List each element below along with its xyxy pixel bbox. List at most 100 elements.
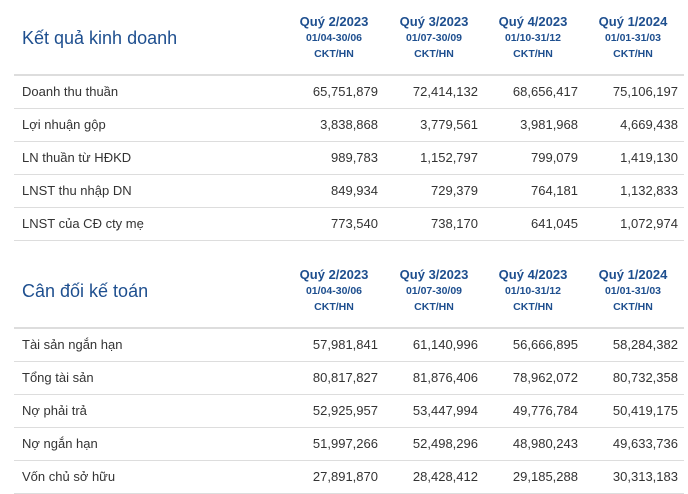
row-value: 68,656,417 xyxy=(512,84,578,99)
row-value: 773,540 xyxy=(331,216,378,231)
quarter-range: 01/01-31/03 xyxy=(604,32,662,44)
row-value: 738,170 xyxy=(431,216,478,231)
quarter-report-type: CKT/HN xyxy=(414,301,454,313)
quarter-column-header[interactable]: Quý 1/2024 01/01-31/03 CKT/HN xyxy=(583,14,683,62)
quarter-label: Quý 3/2023 xyxy=(399,267,469,282)
row-value: 49,633,736 xyxy=(612,436,678,451)
row-value: 58,284,382 xyxy=(612,337,678,352)
balance-sheet-title: Cân đối kế toán xyxy=(22,281,149,301)
quarter-report-type: CKT/HN xyxy=(314,301,354,313)
quarter-label: Quý 4/2023 xyxy=(498,14,568,29)
quarter-range: 01/04-30/06 xyxy=(305,285,363,297)
table-row: Tổng tài sản 80,817,827 81,876,406 78,96… xyxy=(14,362,684,395)
row-value: 80,732,358 xyxy=(612,370,678,385)
row-value: 61,140,996 xyxy=(412,337,478,352)
table-row: Nợ ngắn hạn 51,997,266 52,498,296 48,980… xyxy=(14,428,684,461)
row-label: Doanh thu thuần xyxy=(22,84,119,99)
table-row: LN thuần từ HĐKD 989,783 1,152,797 799,0… xyxy=(14,142,684,175)
quarter-column-header[interactable]: Quý 1/2024 01/01-31/03 CKT/HN xyxy=(583,267,683,315)
quarter-column-header[interactable]: Quý 3/2023 01/07-30/09 CKT/HN xyxy=(384,14,484,62)
quarter-report-type: CKT/HN xyxy=(613,301,653,313)
quarter-range: 01/10-31/12 xyxy=(504,32,562,44)
row-value: 1,072,974 xyxy=(620,216,678,231)
row-value: 80,817,827 xyxy=(312,370,378,385)
row-value: 57,981,841 xyxy=(312,337,378,352)
quarter-column-header[interactable]: Quý 2/2023 01/04-30/06 CKT/HN xyxy=(284,267,384,315)
business-results-section: Kết quả kinh doanh Quý 2/2023 01/04-30/0… xyxy=(14,0,684,241)
row-label: Vốn chủ sở hữu xyxy=(22,469,116,484)
quarter-label: Quý 2/2023 xyxy=(299,14,369,29)
balance-sheet-section: Cân đối kế toán Quý 2/2023 01/04-30/06 C… xyxy=(14,253,684,494)
row-label: LNST thu nhập DN xyxy=(22,183,132,198)
row-value: 52,498,296 xyxy=(412,436,478,451)
row-value: 1,132,833 xyxy=(620,183,678,198)
row-value: 28,428,412 xyxy=(412,469,478,484)
quarter-range: 01/10-31/12 xyxy=(504,285,562,297)
row-value: 52,925,957 xyxy=(312,403,378,418)
table-row: Lợi nhuận gộp 3,838,868 3,779,561 3,981,… xyxy=(14,109,684,142)
row-value: 75,106,197 xyxy=(612,84,678,99)
row-label: Nợ ngắn hạn xyxy=(22,436,98,451)
quarter-label: Quý 3/2023 xyxy=(399,14,469,29)
financial-summary: Kết quả kinh doanh Quý 2/2023 01/04-30/0… xyxy=(0,0,688,494)
quarter-range: 01/01-31/03 xyxy=(604,285,662,297)
business-results-title: Kết quả kinh doanh xyxy=(22,28,178,48)
row-value: 49,776,784 xyxy=(512,403,578,418)
table-row: LNST của CĐ cty mẹ 773,540 738,170 641,0… xyxy=(14,208,684,241)
row-value: 72,414,132 xyxy=(412,84,478,99)
row-value: 989,783 xyxy=(331,150,378,165)
table-row: Vốn chủ sở hữu 27,891,870 28,428,412 29,… xyxy=(14,461,684,494)
quarter-label: Quý 4/2023 xyxy=(498,267,568,282)
quarter-report-type: CKT/HN xyxy=(414,48,454,60)
row-value: 4,669,438 xyxy=(620,117,678,132)
row-value: 56,666,895 xyxy=(512,337,578,352)
row-label: Tài sản ngắn hạn xyxy=(22,337,123,352)
quarter-range: 01/07-30/09 xyxy=(405,32,463,44)
row-value: 3,838,868 xyxy=(320,117,378,132)
row-value: 729,379 xyxy=(431,183,478,198)
row-label: LN thuần từ HĐKD xyxy=(22,150,132,165)
row-value: 3,779,561 xyxy=(420,117,478,132)
table-row: LNST thu nhập DN 849,934 729,379 764,181… xyxy=(14,175,684,208)
row-value: 849,934 xyxy=(331,183,378,198)
quarter-column-header[interactable]: Quý 2/2023 01/04-30/06 CKT/HN xyxy=(284,14,384,62)
quarter-label: Quý 2/2023 xyxy=(299,267,369,282)
quarter-range: 01/07-30/09 xyxy=(405,285,463,297)
row-value: 27,891,870 xyxy=(312,469,378,484)
quarter-column-header[interactable]: Quý 4/2023 01/10-31/12 CKT/HN xyxy=(483,14,583,62)
row-label: Tổng tài sản xyxy=(22,370,94,385)
row-value: 48,980,243 xyxy=(512,436,578,451)
quarter-column-header[interactable]: Quý 3/2023 01/07-30/09 CKT/HN xyxy=(384,267,484,315)
quarter-report-type: CKT/HN xyxy=(513,48,553,60)
row-value: 764,181 xyxy=(531,183,578,198)
table-row: Nợ phải trả 52,925,957 53,447,994 49,776… xyxy=(14,395,684,428)
balance-sheet-table: Tài sản ngắn hạn 57,981,841 61,140,996 5… xyxy=(14,327,684,494)
row-value: 53,447,994 xyxy=(412,403,478,418)
row-value: 78,962,072 xyxy=(512,370,578,385)
row-value: 81,876,406 xyxy=(412,370,478,385)
row-value: 51,997,266 xyxy=(312,436,378,451)
quarter-report-type: CKT/HN xyxy=(314,48,354,60)
row-value: 799,079 xyxy=(531,150,578,165)
table-row: Doanh thu thuần 65,751,879 72,414,132 68… xyxy=(14,76,684,109)
balance-sheet-header: Cân đối kế toán Quý 2/2023 01/04-30/06 C… xyxy=(14,253,684,327)
quarter-range: 01/04-30/06 xyxy=(305,32,363,44)
row-label: LNST của CĐ cty mẹ xyxy=(22,216,144,231)
row-value: 65,751,879 xyxy=(312,84,378,99)
row-value: 30,313,183 xyxy=(612,469,678,484)
quarter-report-type: CKT/HN xyxy=(513,301,553,313)
quarter-report-type: CKT/HN xyxy=(613,48,653,60)
quarter-column-header[interactable]: Quý 4/2023 01/10-31/12 CKT/HN xyxy=(483,267,583,315)
quarter-label: Quý 1/2024 xyxy=(598,267,668,282)
row-label: Nợ phải trả xyxy=(22,403,87,418)
quarter-label: Quý 1/2024 xyxy=(598,14,668,29)
business-results-table: Doanh thu thuần 65,751,879 72,414,132 68… xyxy=(14,74,684,241)
row-value: 3,981,968 xyxy=(520,117,578,132)
row-label: Lợi nhuận gộp xyxy=(22,117,106,132)
row-value: 29,185,288 xyxy=(512,469,578,484)
row-value: 1,419,130 xyxy=(620,150,678,165)
table-row: Tài sản ngắn hạn 57,981,841 61,140,996 5… xyxy=(14,329,684,362)
row-value: 641,045 xyxy=(531,216,578,231)
row-value: 50,419,175 xyxy=(612,403,678,418)
business-results-header: Kết quả kinh doanh Quý 2/2023 01/04-30/0… xyxy=(14,0,684,74)
